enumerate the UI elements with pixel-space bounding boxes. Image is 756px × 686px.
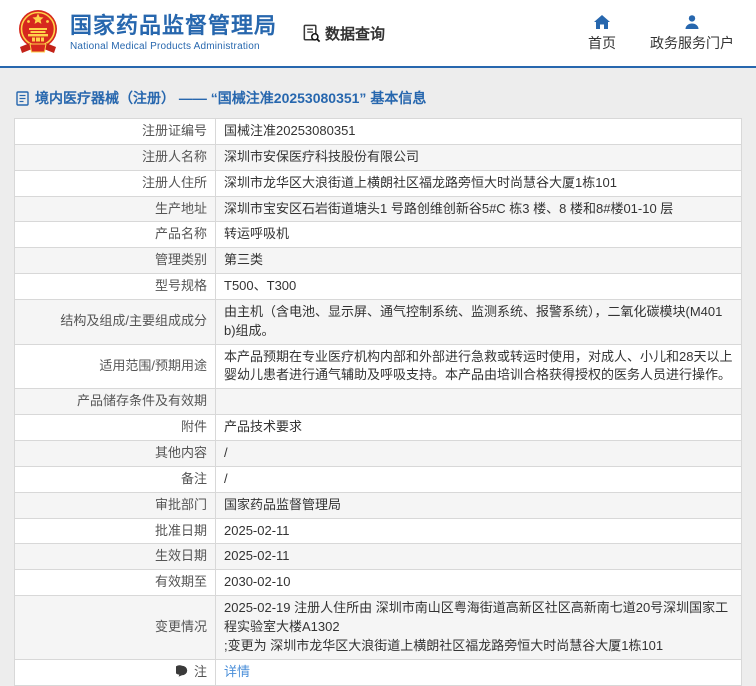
table-row: 注册人名称 深圳市安保医疗科技股份有限公司 xyxy=(15,144,742,170)
nav-home[interactable]: 首页 xyxy=(588,14,616,53)
row-value: 深圳市宝安区石岩街道塘头1 号路创维创新谷5#C 栋3 楼、8 楼和8#楼01-… xyxy=(216,196,742,222)
brand-title-en: National Medical Products Administration xyxy=(70,41,277,52)
row-label: 生效日期 xyxy=(155,548,207,563)
nav-home-label: 首页 xyxy=(588,33,616,53)
detail-link[interactable]: 详情 xyxy=(224,664,250,679)
table-row: 结构及组成/主要组成成分 由主机（含电池、显示屏、通气控制系统、监测系统、报警系… xyxy=(15,299,742,344)
row-label: 结构及组成/主要组成成分 xyxy=(60,313,207,328)
row-label: 注册人住所 xyxy=(142,175,207,190)
row-value: / xyxy=(216,440,742,466)
row-value: 国家药品监督管理局 xyxy=(216,492,742,518)
row-value: 深圳市安保医疗科技股份有限公司 xyxy=(216,144,742,170)
table-row: 其他内容 / xyxy=(15,440,742,466)
table-row: 生产地址 深圳市宝安区石岩街道塘头1 号路创维创新谷5#C 栋3 楼、8 楼和8… xyxy=(15,196,742,222)
row-value: 2025-02-11 xyxy=(216,518,742,544)
home-icon xyxy=(593,14,611,30)
table-row: 批准日期 2025-02-11 xyxy=(15,518,742,544)
row-label: 批准日期 xyxy=(155,523,207,538)
row-value: / xyxy=(216,466,742,492)
row-value: 2030-02-10 xyxy=(216,570,742,596)
page-title-text: 境内医疗器械（注册） —— “国械注准20253080351” 基本信息 xyxy=(35,88,426,108)
row-value: 转运呼吸机 xyxy=(216,222,742,248)
row-label: 生产地址 xyxy=(155,201,207,216)
table-row: 注册证编号 国械注准20253080351 xyxy=(15,119,742,145)
row-label: 附件 xyxy=(181,419,207,434)
registration-info-table: 注册证编号 国械注准20253080351 注册人名称 深圳市安保医疗科技股份有… xyxy=(14,118,742,686)
document-search-icon xyxy=(301,23,322,44)
row-value: 2025-02-11 xyxy=(216,544,742,570)
table-row: 审批部门 国家药品监督管理局 xyxy=(15,492,742,518)
table-row: 管理类别 第三类 xyxy=(15,248,742,274)
row-label: 有效期至 xyxy=(155,574,207,589)
table-row: 有效期至 2030-02-10 xyxy=(15,570,742,596)
table-row: 适用范围/预期用途 本产品预期在专业医疗机构内部和外部进行急救或转运时使用，对成… xyxy=(15,344,742,389)
table-row: 注 详情 xyxy=(15,659,742,686)
row-label: 注册人名称 xyxy=(142,149,207,164)
row-label: 注 xyxy=(194,664,207,679)
table-row: 变更情况 2025-02-19 注册人住所由 深圳市南山区粤海街道高新区社区高新… xyxy=(15,596,742,660)
national-emblem-logo xyxy=(14,7,62,59)
site-header: 国家药品监督管理局 National Medical Products Admi… xyxy=(0,0,756,68)
person-icon xyxy=(684,14,700,30)
row-value: T500、T300 xyxy=(216,274,742,300)
table-row: 备注 / xyxy=(15,466,742,492)
nav-portal[interactable]: 政务服务门户 xyxy=(650,14,734,53)
row-label: 产品名称 xyxy=(155,226,207,241)
nav-data-query-label: 数据查询 xyxy=(325,23,385,44)
row-label: 型号规格 xyxy=(155,278,207,293)
row-label: 审批部门 xyxy=(155,497,207,512)
row-value xyxy=(216,389,742,415)
table-row: 产品储存条件及有效期 xyxy=(15,389,742,415)
nav-data-query[interactable]: 数据查询 xyxy=(301,23,385,44)
table-row: 产品名称 转运呼吸机 xyxy=(15,222,742,248)
row-value: 2025-02-19 注册人住所由 深圳市南山区粤海街道高新区社区高新南七道20… xyxy=(216,596,742,660)
row-label: 变更情况 xyxy=(155,619,207,634)
row-value: 第三类 xyxy=(216,248,742,274)
row-value: 详情 xyxy=(216,659,742,686)
brand-title-cn: 国家药品监督管理局 xyxy=(70,14,277,38)
content-area: 境内医疗器械（注册） —— “国械注准20253080351” 基本信息 注册证… xyxy=(0,68,756,686)
table-row: 生效日期 2025-02-11 xyxy=(15,544,742,570)
row-label: 适用范围/预期用途 xyxy=(99,358,207,373)
row-label: 备注 xyxy=(181,471,207,486)
row-label: 管理类别 xyxy=(155,252,207,267)
info-table-body: 注册证编号 国械注准20253080351 注册人名称 深圳市安保医疗科技股份有… xyxy=(15,119,742,686)
row-label: 其他内容 xyxy=(155,445,207,460)
table-row: 附件 产品技术要求 xyxy=(15,415,742,441)
row-label: 产品储存条件及有效期 xyxy=(77,393,207,408)
comment-icon xyxy=(176,664,188,683)
row-value: 由主机（含电池、显示屏、通气控制系统、监测系统、报警系统），二氧化碳模块(M40… xyxy=(216,299,742,344)
row-value: 国械注准20253080351 xyxy=(216,119,742,145)
row-value: 深圳市龙华区大浪街道上横朗社区福龙路旁恒大时尚慧谷大厦1栋101 xyxy=(216,170,742,196)
table-row: 注册人住所 深圳市龙华区大浪街道上横朗社区福龙路旁恒大时尚慧谷大厦1栋101 xyxy=(15,170,742,196)
brand-block: 国家药品监督管理局 National Medical Products Admi… xyxy=(70,14,277,52)
row-value: 本产品预期在专业医疗机构内部和外部进行急救或转运时使用，对成人、小儿和28天以上… xyxy=(216,344,742,389)
row-label: 注册证编号 xyxy=(142,123,207,138)
header-nav: 首页 政务服务门户 xyxy=(588,14,734,53)
document-icon xyxy=(16,91,29,106)
page-title: 境内医疗器械（注册） —— “国械注准20253080351” 基本信息 xyxy=(14,82,742,118)
nav-portal-label: 政务服务门户 xyxy=(650,33,734,53)
row-value: 产品技术要求 xyxy=(216,415,742,441)
table-row: 型号规格 T500、T300 xyxy=(15,274,742,300)
